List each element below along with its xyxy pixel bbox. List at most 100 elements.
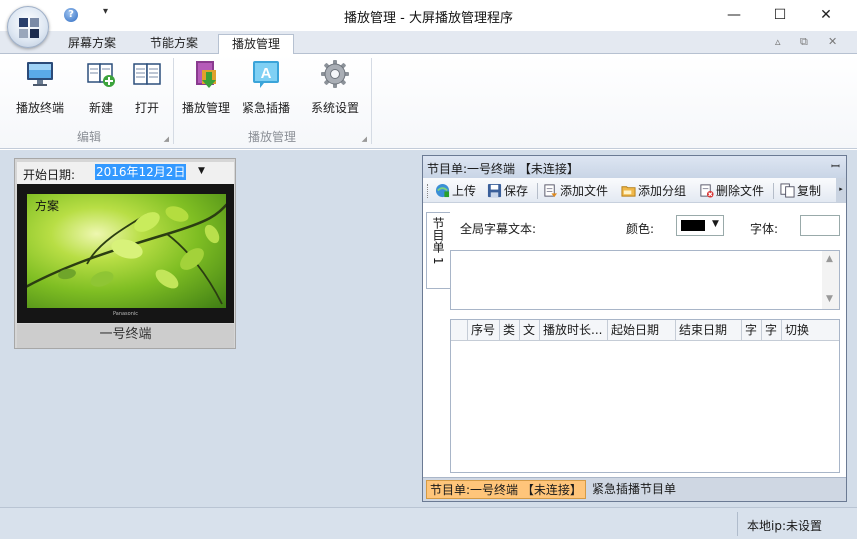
add-group-label: 添加分组 bbox=[638, 184, 687, 198]
toolbar-overflow-button[interactable]: ▸ bbox=[836, 178, 846, 202]
mdi-restore-button[interactable]: ⧉ bbox=[800, 35, 808, 49]
add-file-button[interactable]: 添加文件 bbox=[543, 182, 608, 200]
monitor-brand: Panasonic bbox=[112, 311, 139, 317]
save-button[interactable]: 保存 bbox=[487, 182, 528, 200]
color-picker[interactable]: ▼ bbox=[676, 215, 724, 236]
ribbon-group-divider bbox=[371, 58, 372, 144]
scroll-down-icon[interactable]: ▼ bbox=[826, 294, 833, 304]
column-header[interactable]: 类 bbox=[499, 320, 519, 341]
copy-icon bbox=[780, 183, 795, 198]
column-header[interactable]: 序号 bbox=[467, 320, 499, 341]
delete-file-icon bbox=[700, 184, 714, 198]
system-settings-button-label: 系统设置 bbox=[310, 101, 359, 115]
terminal-preview[interactable]: 方案 Panasonic bbox=[17, 184, 234, 323]
column-header[interactable]: 文 bbox=[519, 320, 539, 341]
title-bar: ? ▾ 播放管理 - 大屏播放管理程序 — ☐ ✕ bbox=[0, 0, 857, 31]
start-date-row: 开始日期: 2016年12月2日 ▼ bbox=[17, 162, 234, 184]
column-header[interactable]: 切换 bbox=[781, 320, 839, 341]
playlist-book-icon bbox=[196, 61, 216, 88]
column-header[interactable]: 字 bbox=[761, 320, 781, 341]
save-icon bbox=[487, 183, 502, 198]
workspace: 开始日期: 2016年12月2日 ▼ 方案 Panasonic 一号终端 节目单… bbox=[0, 150, 857, 507]
ribbon-group-label-playback: 播放管理 bbox=[247, 130, 296, 144]
chevron-down-icon: ▼ bbox=[712, 219, 719, 229]
global-caption-label: 全局字幕文本: bbox=[460, 222, 537, 236]
playlist-table[interactable]: 序号 类 文 播放时长... 起始日期 结束日期 字 字 切换 bbox=[450, 319, 840, 473]
ribbon-group-playback: 播放管理 A 紧急插播 系统设置 播放管理 ◢ bbox=[174, 54, 370, 148]
terminal-button-label: 播放终端 bbox=[15, 101, 64, 115]
add-group-icon bbox=[621, 186, 636, 197]
maximize-button[interactable]: ☐ bbox=[757, 0, 803, 31]
pin-icon[interactable]: ꟷ bbox=[831, 159, 840, 174]
chevron-down-icon[interactable]: ▼ bbox=[198, 166, 205, 176]
application-menu-button[interactable] bbox=[7, 6, 49, 48]
new-button-label: 新建 bbox=[88, 101, 113, 115]
delete-file-label: 删除文件 bbox=[716, 184, 765, 198]
toolbar-grip[interactable] bbox=[427, 184, 430, 198]
ribbon-minimize-button[interactable]: ▵ bbox=[775, 35, 781, 48]
row-header-cell bbox=[451, 320, 467, 341]
playlist-content: 全局字幕文本: 颜色: ▼ 字体: ▲ ▼ 序号 类 文 播放时长... 起始日… bbox=[450, 203, 840, 473]
status-separator bbox=[737, 512, 738, 536]
tab-playlist-1[interactable]: 节目单 1 bbox=[426, 212, 450, 289]
ribbon-group-edit: 播放终端 新建 打开 编辑 ◢ bbox=[6, 54, 172, 148]
urgent-insert-button-label: 紧急插播 bbox=[241, 101, 290, 115]
column-header[interactable]: 字 bbox=[741, 320, 761, 341]
caption-textarea[interactable]: ▲ ▼ bbox=[450, 250, 840, 310]
group-launcher-icon[interactable]: ◢ bbox=[164, 135, 169, 143]
svg-text:A: A bbox=[261, 65, 272, 82]
upload-icon bbox=[435, 183, 450, 198]
open-book-icon bbox=[133, 63, 161, 85]
panel-bottom-tabs: 节目单:一号终端 【未连接】 紧急插播节目单 bbox=[423, 477, 846, 501]
playback-management-button-label: 播放管理 bbox=[181, 101, 230, 115]
monitor-icon bbox=[27, 62, 53, 86]
column-header[interactable]: 结束日期 bbox=[675, 320, 741, 341]
close-button[interactable]: ✕ bbox=[803, 0, 849, 31]
minimize-button[interactable]: — bbox=[711, 0, 757, 31]
add-group-button[interactable]: 添加分组 bbox=[621, 182, 686, 200]
column-header[interactable]: 起始日期 bbox=[607, 320, 675, 341]
start-date-picker[interactable]: 2016年12月2日 bbox=[95, 164, 187, 180]
tab-screen-scheme[interactable]: 屏幕方案 bbox=[56, 34, 128, 54]
ribbon-tab-strip: 屏幕方案 节能方案 播放管理 ▵ ⧉ ✕ bbox=[0, 31, 857, 55]
save-label: 保存 bbox=[504, 184, 529, 198]
copy-button[interactable]: 复制 bbox=[780, 182, 821, 200]
status-bar: 本地ip:未设置 bbox=[0, 507, 857, 539]
column-header[interactable]: 播放时长... bbox=[539, 320, 607, 341]
terminal-name: 一号终端 bbox=[17, 324, 234, 348]
terminal-button[interactable]: 播放终端 bbox=[10, 58, 70, 116]
group-launcher-icon[interactable]: ◢ bbox=[362, 135, 367, 143]
font-field[interactable] bbox=[800, 215, 840, 236]
toolbar-separator bbox=[537, 183, 538, 199]
upload-button[interactable]: 上传 bbox=[435, 182, 476, 200]
tab-energy-scheme[interactable]: 节能方案 bbox=[138, 34, 210, 54]
ribbon-group-label-edit: 编辑 bbox=[76, 130, 101, 144]
mdi-close-button[interactable]: ✕ bbox=[828, 35, 837, 48]
playback-management-button[interactable]: 播放管理 bbox=[178, 58, 234, 116]
color-label: 颜色: bbox=[626, 222, 655, 236]
gear-icon bbox=[321, 60, 349, 88]
toolbar-separator bbox=[773, 183, 774, 199]
tab-terminal-playlist[interactable]: 节目单:一号终端 【未连接】 bbox=[426, 480, 586, 499]
upload-label: 上传 bbox=[452, 184, 477, 198]
open-button[interactable]: 打开 bbox=[126, 58, 168, 116]
font-label: 字体: bbox=[750, 222, 779, 236]
add-file-label: 添加文件 bbox=[560, 184, 609, 198]
tab-urgent-playlist[interactable]: 紧急插播节目单 bbox=[589, 480, 679, 499]
panel-toolbar: 上传 保存 添加文件 添加分组 删除文件 复制 ▸ bbox=[423, 178, 846, 203]
playlist-panel: 节目单:一号终端 【未连接】 ꟷ 上传 保存 添加文件 添加分组 删除文件 复制… bbox=[422, 155, 847, 502]
urgent-insert-button[interactable]: A 紧急插播 bbox=[238, 58, 294, 116]
tab-playback-management[interactable]: 播放管理 bbox=[218, 34, 294, 55]
scheme-label: 方案 bbox=[35, 199, 60, 213]
new-book-icon bbox=[87, 63, 115, 87]
urgent-text-icon: A bbox=[253, 61, 279, 88]
new-button[interactable]: 新建 bbox=[80, 58, 122, 116]
add-file-icon bbox=[544, 184, 558, 198]
textarea-scrollbar[interactable]: ▲ ▼ bbox=[822, 251, 839, 309]
terminal-card[interactable]: 开始日期: 2016年12月2日 ▼ 方案 Panasonic 一号终端 bbox=[14, 158, 236, 349]
color-swatch bbox=[681, 220, 705, 231]
delete-file-button[interactable]: 删除文件 bbox=[699, 182, 764, 200]
scroll-up-icon[interactable]: ▲ bbox=[826, 254, 833, 264]
local-ip-status: 本地ip:未设置 bbox=[747, 519, 822, 533]
system-settings-button[interactable]: 系统设置 bbox=[306, 58, 364, 116]
